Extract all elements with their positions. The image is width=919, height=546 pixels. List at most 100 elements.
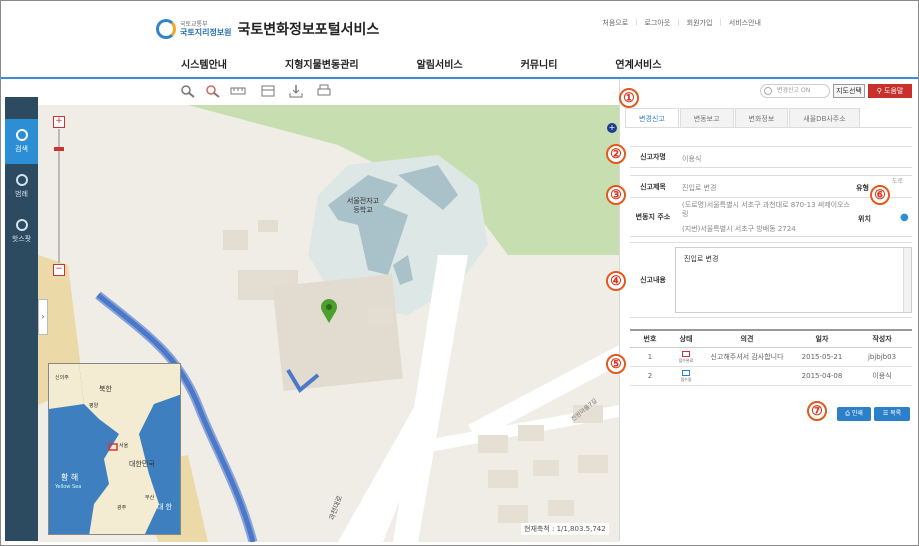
annotation-marker: ② <box>606 144 626 164</box>
record-date: 2015-04-08 <box>792 366 852 386</box>
download-tool-icon[interactable] <box>288 84 304 98</box>
zoom-handle[interactable] <box>54 147 64 151</box>
area-tool-icon[interactable] <box>260 84 276 98</box>
sidebar-item-label: 검색 <box>15 145 28 153</box>
location-label: 위치 <box>858 215 871 223</box>
address-road: (도로명)서울특별시 서초구 과천대로 870-13 써제이오스링 <box>682 201 850 218</box>
list-button[interactable]: ☰ 목록 <box>874 407 910 421</box>
sidebar-collapse-button[interactable]: › <box>38 299 48 335</box>
scale-readout: 현재축척 : 1/1,803.5,742 <box>521 523 609 535</box>
print-label: 인쇄 <box>851 410 863 417</box>
print-tool-icon[interactable] <box>316 84 332 98</box>
map-toolbar <box>5 79 619 105</box>
util-link-join[interactable]: 회원가입 <box>680 18 720 28</box>
zoom-out-button[interactable]: − <box>53 264 65 276</box>
nav-system-guide[interactable]: 시스템안내 <box>181 56 227 71</box>
sidebar-item-label: 핫스팟 <box>11 235 32 243</box>
table-row[interactable]: 1 접수완료 신고해주셔서 감사합니다 2015-05-21 jbjbjb03 <box>630 347 912 367</box>
record-author: 이용식 <box>852 366 912 386</box>
report-mode-toggle[interactable]: 변경신고 ON <box>760 84 830 98</box>
reporter-value: 이용식 <box>682 155 702 163</box>
inset-map[interactable]: 북한 대한민국 황 해 Yellow Sea 대 한 신의주 평양 서울 광주 … <box>48 363 181 535</box>
sidebar-item-legend[interactable]: 범례 <box>5 164 38 209</box>
printer-icon: ⎙ <box>845 410 850 417</box>
utility-links: 처음으로 | 로그아웃 | 회원가입 | 서비스안내 <box>595 18 768 28</box>
school-label: 서울전자고등학교 <box>346 197 380 214</box>
inset-label-east-sea: 대 한 <box>157 503 173 511</box>
panel-tabs: 변경신고 변동보고 변화정보 새올DB사주소 <box>625 108 861 128</box>
map-select-button[interactable]: 지도선택 <box>833 84 865 98</box>
record-status-label: 접수중 <box>680 376 692 382</box>
list-icon: ☰ <box>882 410 889 417</box>
inset-label-city: 서울 <box>119 443 129 449</box>
record-status: 접수완료 <box>670 347 702 367</box>
zoom-track[interactable] <box>54 129 64 263</box>
nav-feature-change[interactable]: 지형지물변동관리 <box>285 56 359 71</box>
inset-label-city: 신의주 <box>55 375 69 381</box>
print-button[interactable]: ⎙ 인쇄 <box>837 407 871 421</box>
check-icon <box>682 350 690 357</box>
record-date: 2015-05-21 <box>792 347 852 367</box>
content-text: 진입로 변경 <box>684 255 719 263</box>
annotation-marker: ① <box>619 88 639 108</box>
subject-value[interactable]: 진입로 변경 <box>682 183 716 193</box>
legend-icon <box>15 174 28 186</box>
tab-change-info[interactable]: 변화정보 <box>734 108 789 128</box>
edit-icon <box>682 369 690 376</box>
annotation-marker: ④ <box>606 271 626 291</box>
records-table: 번호 상태 의견 일자 작성자 1 접수완료 신고해주셔서 감사합니다 2015… <box>630 329 912 386</box>
tab-report[interactable]: 변경신고 <box>625 108 679 128</box>
nav-notice[interactable]: 알림서비스 <box>417 56 463 71</box>
record-author: jbjbjb03 <box>852 347 912 367</box>
sidebar-item-search[interactable]: 검색 <box>5 119 38 164</box>
content-scrollbar[interactable] <box>903 248 911 312</box>
help-label: 도움말 <box>884 87 904 95</box>
zoom-in-button[interactable]: + <box>53 116 65 128</box>
help-button[interactable]: ⚲ 도움말 <box>868 84 912 98</box>
record-no: 2 <box>630 366 670 386</box>
col-opinion: 의견 <box>702 329 792 348</box>
zoom-in-tool-icon[interactable] <box>180 84 196 98</box>
distance-tool-icon[interactable] <box>230 84 246 98</box>
sidebar-item-label: 범례 <box>15 190 28 198</box>
inset-label-yellow-sea-en: Yellow Sea <box>55 484 82 490</box>
hotspot-icon <box>15 219 28 231</box>
sidebar-item-hotspot[interactable]: 핫스팟 <box>5 209 38 254</box>
inset-label-north: 북한 <box>99 385 112 393</box>
tabs-divider <box>625 127 912 128</box>
list-label: 목록 <box>890 410 902 417</box>
left-sidebar: 검색 범례 핫스팟 <box>5 97 38 541</box>
content-textarea[interactable]: 진입로 변경 <box>675 247 912 313</box>
inset-label-korea: 대한민국 <box>129 460 155 468</box>
inset-label-city: 부산 <box>145 495 155 501</box>
table-header-row: 번호 상태 의견 일자 작성자 <box>630 329 912 348</box>
expand-icon[interactable]: + <box>607 123 617 133</box>
util-link-guide[interactable]: 서비스안내 <box>722 18 768 28</box>
panel-toolbar: 변경신고 ON 지도선택 ⚲ 도움말 <box>620 79 918 103</box>
nav-linked-service[interactable]: 연계서비스 <box>615 56 661 71</box>
header: 국토교통부 국토지리정보원 국토변화정보포털서비스 처음으로 | 로그아웃 | 회원… <box>1 1 918 79</box>
zoom-out-tool-icon[interactable] <box>205 84 221 98</box>
table-row[interactable]: 2 접수중 2015-04-08 이용식 <box>630 366 912 386</box>
col-date: 일자 <box>792 329 852 348</box>
col-author: 작성자 <box>852 329 912 348</box>
record-status: 접수중 <box>670 366 702 386</box>
logo-icon <box>156 19 176 39</box>
tab-address-db[interactable]: 새올DB사주소 <box>789 108 860 128</box>
util-link-home[interactable]: 처음으로 <box>595 18 635 28</box>
nav-community[interactable]: 커뮤니티 <box>521 56 558 71</box>
toggle-label: 변경신고 ON <box>777 87 811 94</box>
address-row: 변동지 주소 (도로명)서울특별시 서초구 과천대로 870-13 써제이오스링… <box>630 197 912 237</box>
site-logo[interactable]: 국토교통부 국토지리정보원 국토변화정보포털서비스 <box>156 19 379 39</box>
tab-change-report[interactable]: 변동보고 <box>679 108 734 128</box>
util-link-logout[interactable]: 로그아웃 <box>638 18 678 28</box>
address-lot: (지번)서울특별시 서초구 방배동 2724 <box>682 225 796 233</box>
report-panel: 변경신고 ON 지도선택 ⚲ 도움말 변경신고 변동보고 변화정보 새올DB사주… <box>619 79 918 541</box>
annotation-marker: ⑥ <box>870 185 890 205</box>
org-name: 국토지리정보원 <box>180 27 232 37</box>
record-opinion <box>702 366 792 386</box>
location-pin-icon[interactable]: ● <box>900 212 909 223</box>
zoom-control: + − <box>53 116 65 276</box>
annotation-marker: ⑦ <box>807 401 827 421</box>
